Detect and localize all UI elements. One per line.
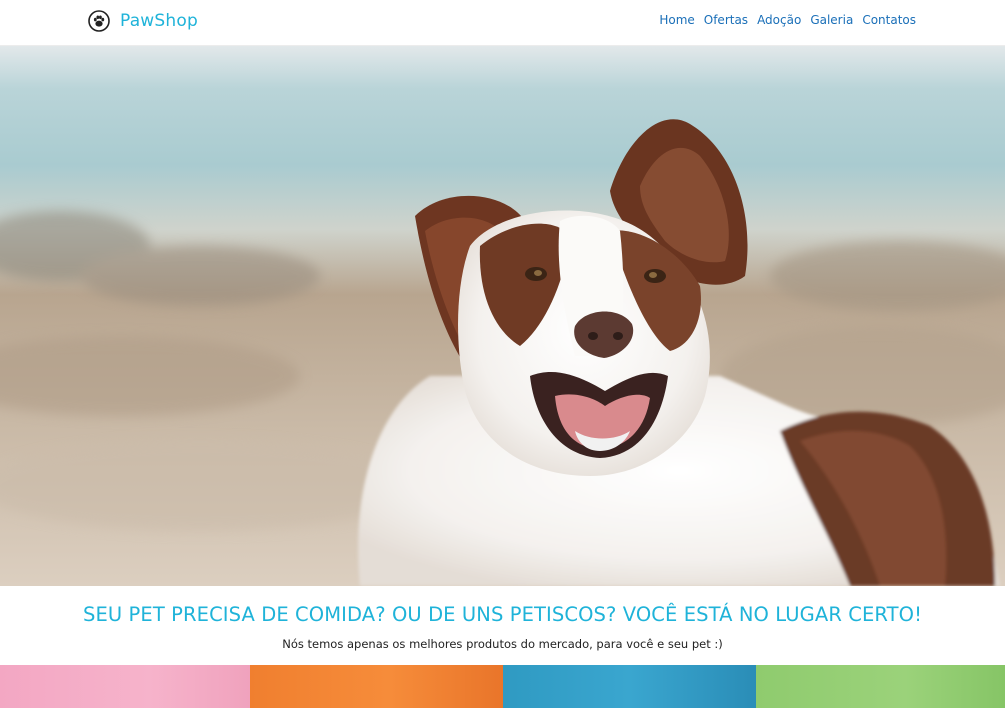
hero-banner — [0, 46, 1005, 586]
brand-logo-link[interactable]: PawShop — [88, 9, 198, 33]
nav-link-adocao[interactable]: Adoção — [757, 13, 801, 27]
product-tile-blue[interactable] — [503, 665, 756, 708]
main-nav: Home Ofertas Adoção Galeria Contatos — [659, 13, 916, 27]
nav-link-galeria[interactable]: Galeria — [810, 13, 853, 27]
product-tiles — [0, 665, 1005, 708]
product-tile-green[interactable] — [756, 665, 1005, 708]
nav-link-ofertas[interactable]: Ofertas — [704, 13, 748, 27]
nav-link-home[interactable]: Home — [659, 13, 694, 27]
nav-link-contatos[interactable]: Contatos — [862, 13, 916, 27]
product-tile-orange[interactable] — [250, 665, 503, 708]
dog-photo — [0, 46, 1005, 586]
paw-icon — [88, 10, 110, 32]
site-header: PawShop Home Ofertas Adoção Galeria Cont… — [0, 0, 1005, 46]
product-tile-pink[interactable] — [0, 665, 250, 708]
tagline-headline: SEU PET PRECISA DE COMIDA? OU DE UNS PET… — [82, 603, 923, 626]
tagline-section: SEU PET PRECISA DE COMIDA? OU DE UNS PET… — [0, 586, 1005, 665]
brand-name: PawShop — [120, 11, 198, 31]
tagline-subtext: Nós temos apenas os melhores produtos do… — [282, 637, 723, 651]
